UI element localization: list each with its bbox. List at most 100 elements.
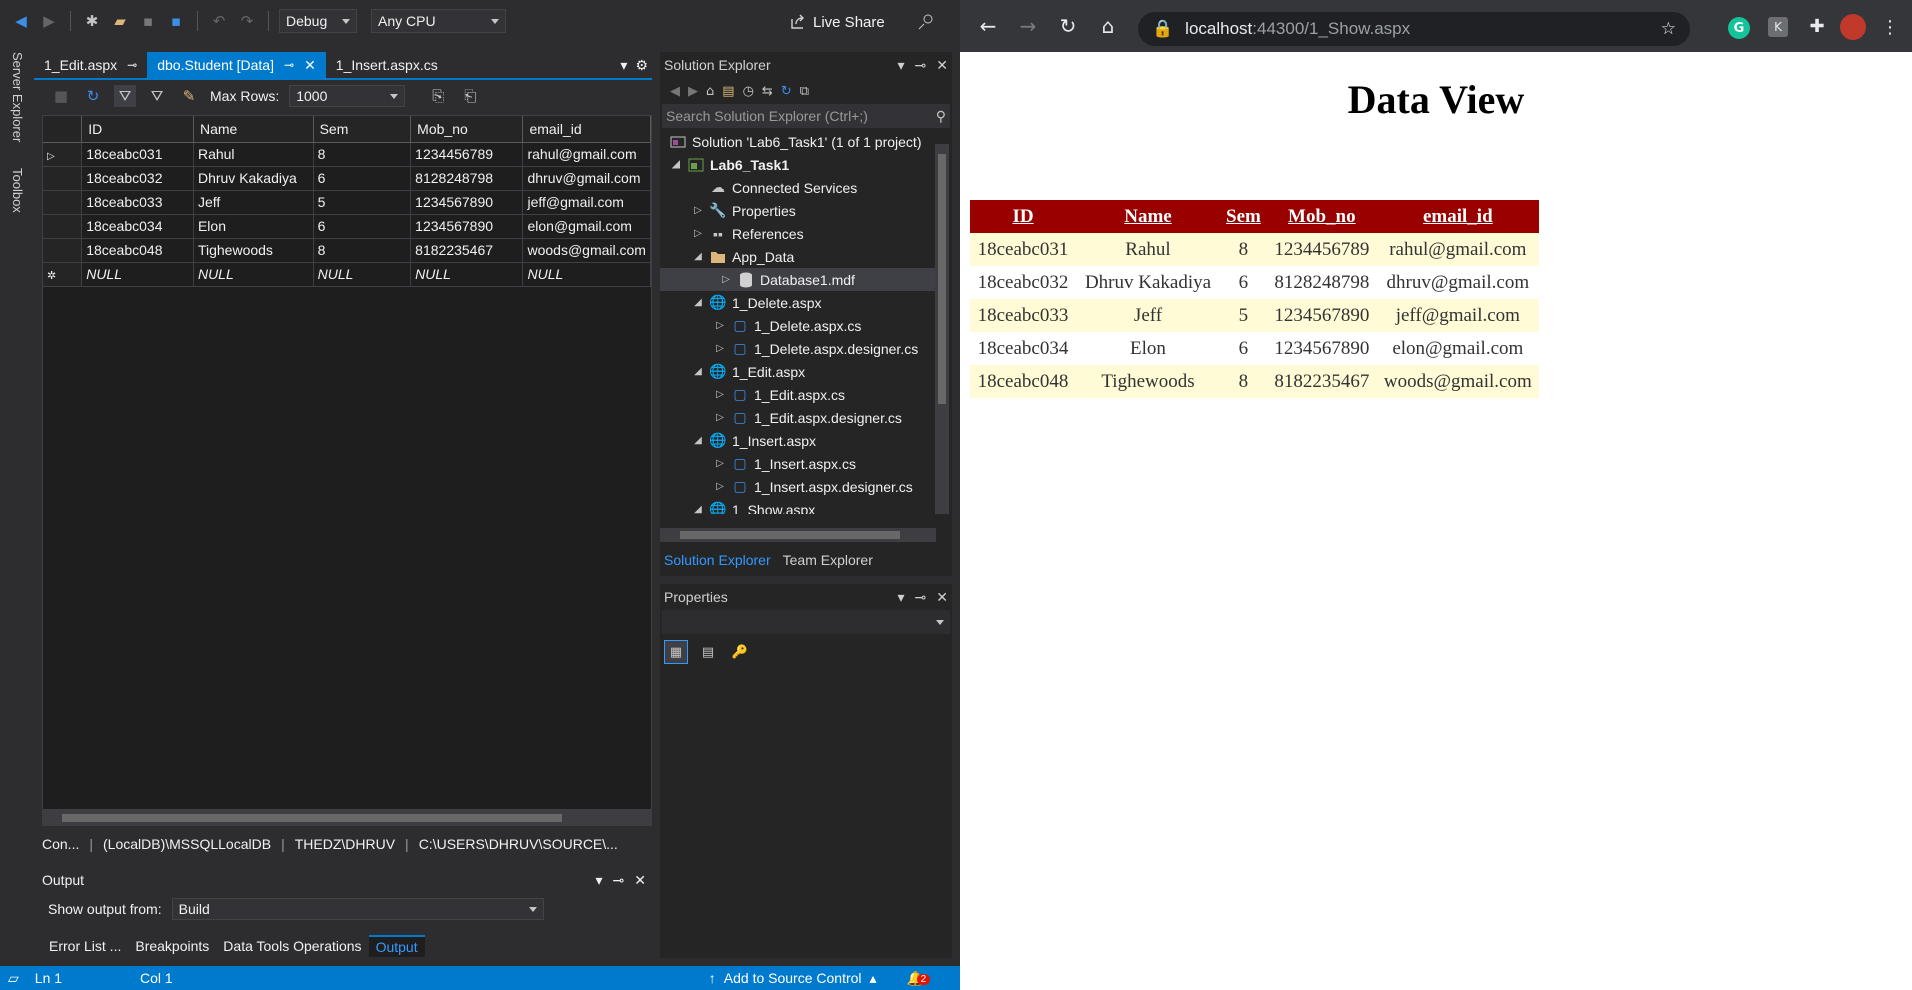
collapsed-arrow-icon[interactable]: ▷ [714, 481, 726, 492]
tab-dbo-student-data[interactable]: dbo.Student [Data] ⊸ ✕ [147, 52, 326, 78]
tree-1-show-aspx[interactable]: ◢ 🌐 1_Show.aspx [692, 498, 815, 514]
alphabetical-icon[interactable]: ▤ [696, 640, 720, 664]
grid-cell[interactable]: NULL [313, 262, 412, 287]
collapsed-arrow-icon[interactable]: ▷ [692, 205, 704, 216]
expanded-arrow-icon[interactable]: ◢ [692, 366, 704, 377]
filter-clear-icon[interactable]: ⛛ [114, 85, 136, 107]
grammarly-extension-icon[interactable]: G [1728, 17, 1750, 39]
column-header[interactable]: Sem [313, 116, 412, 143]
new-project-icon[interactable]: ✱ [81, 10, 103, 32]
home-icon[interactable]: ⌂ [1088, 6, 1128, 46]
tab-data-tools-operations[interactable]: Data Tools Operations [216, 935, 368, 957]
home-icon[interactable]: ⌂ [706, 84, 714, 99]
row-selector[interactable]: ✲ [43, 262, 83, 287]
chevron-down-icon[interactable]: ▾ [596, 872, 603, 889]
grid-cell[interactable]: 18ceabc034 [81, 214, 194, 239]
close-icon[interactable]: ✕ [936, 57, 948, 74]
extension-icon[interactable]: K [1768, 17, 1788, 37]
grid-cell[interactable]: Elon [193, 214, 314, 239]
undo-icon[interactable]: ↶ [208, 10, 230, 32]
solution-platform-dropdown[interactable]: Any CPU [371, 9, 506, 33]
grid-cell[interactable]: Dhruv Kakadiya [193, 166, 314, 191]
tab-solution-explorer[interactable]: Solution Explorer [664, 552, 771, 574]
pin-icon[interactable]: ⊸ [284, 58, 294, 72]
object-selector-dropdown[interactable] [662, 610, 950, 634]
collapsed-arrow-icon[interactable]: ▷ [714, 458, 726, 469]
collapsed-arrow-icon[interactable]: ▷ [720, 274, 732, 285]
pin-icon[interactable]: ⊸ [915, 589, 927, 606]
grid-cell[interactable]: 18ceabc033 [81, 190, 194, 215]
pin-icon[interactable]: ⊸ [613, 872, 625, 889]
grid-cell[interactable]: elon@gmail.com [522, 214, 651, 239]
tree-1-insert-aspx-cs[interactable]: ▷ ▢ 1_Insert.aspx.cs [714, 452, 856, 475]
refresh-icon[interactable]: ↻ [82, 85, 104, 107]
column-header[interactable]: Mob_no [410, 116, 524, 143]
address-bar[interactable]: 🔒 localhost:44300/1_Show.aspx ☆ [1138, 12, 1690, 46]
close-icon[interactable]: ✕ [304, 57, 316, 74]
tree-vertical-scrollbar[interactable] [935, 144, 949, 514]
tree-references[interactable]: ▷ ▪▪ References [692, 222, 803, 245]
grid-cell[interactable]: 8182235467 [410, 238, 524, 263]
refresh-icon[interactable]: ↻ [781, 84, 792, 99]
grid-cell[interactable]: 18ceabc031 [81, 142, 194, 167]
column-header-link[interactable]: ID [970, 200, 1076, 233]
grid-cell[interactable]: 5 [313, 190, 412, 215]
feedback-icon[interactable] [916, 12, 936, 32]
scroll-thumb[interactable] [62, 814, 562, 822]
tree-connected-services[interactable]: ☁ Connected Services [710, 176, 857, 199]
tab-error-list[interactable]: Error List ... [42, 935, 128, 957]
grid-cell[interactable]: Tighewoods [193, 238, 314, 263]
grid-cell[interactable]: 1234456789 [410, 142, 524, 167]
redo-icon[interactable]: ↷ [236, 10, 258, 32]
tree-solution[interactable]: Solution 'Lab6_Task1' (1 of 1 project) [670, 130, 921, 153]
row-selector[interactable] [43, 190, 83, 215]
notifications-button[interactable]: 🔔 2 [907, 970, 931, 987]
column-header-link[interactable]: Mob_no [1266, 200, 1377, 233]
history-icon[interactable]: ◷ [743, 84, 754, 99]
grid-cell[interactable]: 18ceabc032 [81, 166, 194, 191]
script-icon[interactable]: ✎ [178, 85, 200, 107]
filter-icon[interactable]: ⛛ [146, 85, 168, 107]
collapsed-arrow-icon[interactable]: ▷ [714, 343, 726, 354]
grid-cell[interactable]: 8 [313, 142, 412, 167]
grid-cell[interactable]: 18ceabc048 [81, 238, 194, 263]
grid-cell[interactable]: NULL [81, 262, 194, 287]
reload-icon[interactable]: ↻ [1048, 6, 1088, 46]
categorized-icon[interactable]: ▦ [664, 640, 688, 664]
grid-cell[interactable]: 6 [313, 166, 412, 191]
grid-horizontal-scrollbar[interactable] [42, 810, 652, 826]
tab-breakpoints[interactable]: Breakpoints [128, 935, 216, 957]
data-grid[interactable]: ID Name Sem Mob_no email_id ▷ 18ceabc031… [42, 115, 652, 810]
grid-cell[interactable]: Rahul [193, 142, 314, 167]
solution-config-dropdown[interactable]: Debug [279, 9, 357, 33]
add-to-source-control-button[interactable]: ↑ Add to Source Control ▴ [709, 970, 877, 987]
stop-icon[interactable]: ■ [50, 85, 72, 107]
tree-1-edit-aspx-cs[interactable]: ▷ ▢ 1_Edit.aspx.cs [714, 383, 845, 406]
grid-cell[interactable]: 1234567890 [410, 190, 524, 215]
script-table-icon[interactable]: ⎘ [427, 85, 449, 107]
column-header-link[interactable]: email_id [1376, 200, 1539, 233]
tab-team-explorer[interactable]: Team Explorer [783, 552, 873, 574]
close-icon[interactable]: ✕ [936, 589, 948, 606]
close-icon[interactable]: ✕ [634, 872, 646, 889]
column-header[interactable]: ID [81, 116, 194, 143]
forward-nav-icon[interactable]: ▶ [38, 10, 60, 32]
star-bookmark-icon[interactable]: ☆ [1661, 19, 1676, 39]
collapsed-arrow-icon[interactable]: ▷ [714, 389, 726, 400]
open-folder-icon[interactable]: ▰ [109, 10, 131, 32]
server-explorer-tab[interactable]: Server Explorer [10, 52, 25, 142]
grid-cell[interactable]: 8128248798 [410, 166, 524, 191]
forward-icon[interactable]: ▶ [688, 84, 698, 99]
gear-icon[interactable]: ⚙ [631, 52, 652, 78]
row-selector[interactable] [43, 214, 83, 239]
property-pages-icon[interactable]: 🔑 [728, 640, 752, 664]
new-row[interactable]: ✲ NULL NULL NULL NULL NULL [43, 262, 651, 287]
live-share-button[interactable]: Live Share [790, 8, 885, 36]
grid-cell[interactable]: 1234567890 [410, 214, 524, 239]
tree-1-edit-aspx[interactable]: ◢ 🌐 1_Edit.aspx [692, 360, 805, 383]
tree-1-insert-designer[interactable]: ▷ ▢ 1_Insert.aspx.designer.cs [714, 475, 913, 498]
chevron-down-icon[interactable]: ▾ [898, 57, 905, 74]
collapsed-arrow-icon[interactable]: ▷ [714, 320, 726, 331]
chevron-down-icon[interactable]: ▾ [898, 589, 905, 606]
scroll-thumb[interactable] [680, 531, 900, 539]
